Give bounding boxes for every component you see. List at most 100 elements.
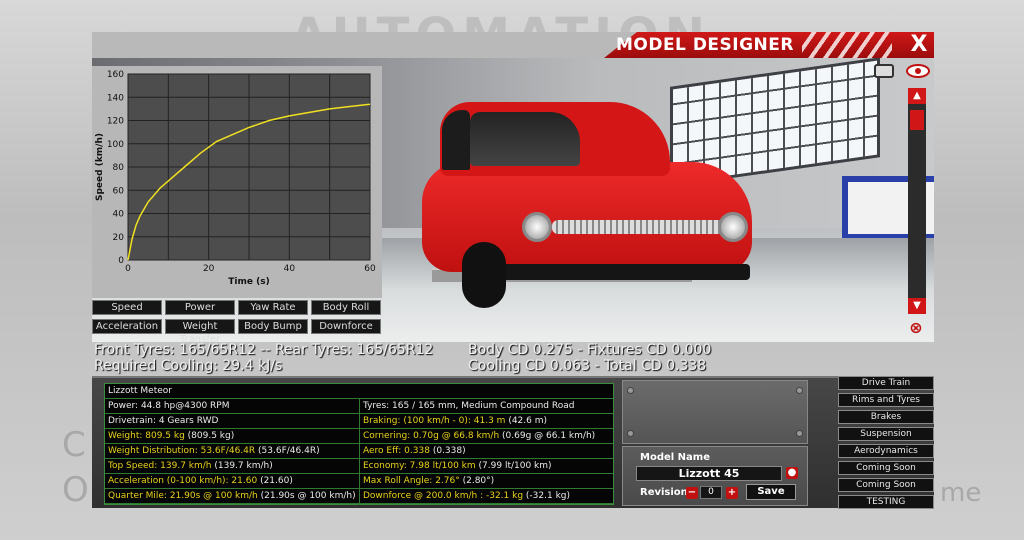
stats-table: Lizzott Meteor Power: 44.8 hp@4300 RPM Dr… (104, 383, 614, 505)
y-axis-label: Speed (km/h) (95, 133, 105, 201)
side-btn-aerodynamics[interactable]: Aerodynamics (838, 444, 934, 458)
x-tick-label: 40 (284, 264, 296, 274)
stat-value: (42.6 m) (505, 416, 548, 426)
chart-btn-power[interactable]: Power (165, 300, 235, 315)
x-tick-label: 0 (125, 264, 131, 274)
randomize-name-icon[interactable]: ● (786, 467, 798, 479)
zoom-scrollbar[interactable]: ▲ ▼ (908, 88, 926, 314)
stat-label: Economy: 7.98 lt/100 km (363, 461, 476, 471)
background-right-text: me (940, 478, 982, 508)
stats-left-row: Weight: 809.5 kg (809.5 kg) (105, 429, 359, 444)
stat-value: (2.80°) (459, 476, 495, 486)
stat-label: Downforce @ 200.0 km/h : -32.1 kg (363, 491, 524, 501)
stat-label: Aero Eff: 0.338 (363, 446, 430, 456)
stat-value: (0.338) (429, 446, 466, 456)
chart-btn-speed[interactable]: Speed (92, 300, 162, 315)
stats-left-row: Drivetrain: 4 Gears RWD (105, 414, 359, 429)
stats-right-row: Cornering: 0.70g @ 66.8 km/h (0.69g @ 66… (360, 429, 613, 444)
stats-right-row: Max Roll Angle: 2.76° (2.80°) (360, 474, 613, 489)
stat-label: Weight: 809.5 kg (108, 431, 185, 441)
stat-value: (0.69g @ 66.1 km/h) (499, 431, 596, 441)
side-btn-suspension[interactable]: Suspension (838, 427, 934, 441)
background-left-text: C (62, 425, 86, 465)
stat-value: (53.6F/46.4R) (255, 446, 320, 456)
stats-left-row: Acceleration (0-100 km/h): 21.60 (21.60) (105, 474, 359, 489)
car-side-window (442, 110, 470, 170)
model-name-label: Model Name (640, 452, 710, 463)
scroll-down-icon[interactable]: ▼ (908, 298, 926, 314)
stat-label: Tyres: 165 / 165 mm, Medium Compound Roa… (363, 401, 575, 411)
car-headlight-left (522, 212, 552, 242)
stat-label: Quarter Mile: 21.90s @ 100 km/h (108, 491, 258, 501)
revision-label: Revision (640, 487, 688, 498)
screw-icon (627, 387, 634, 394)
x-tick-label: 20 (203, 264, 215, 274)
stats-right-row: Aero Eff: 0.338 (0.338) (360, 444, 613, 459)
stats-right-row: Tyres: 165 / 165 mm, Medium Compound Roa… (360, 399, 613, 414)
y-tick-label: 160 (107, 70, 124, 80)
window-title: MODEL DESIGNER (615, 35, 794, 55)
side-btn-coming-soon-2[interactable]: Coming Soon (838, 478, 934, 492)
chart-btn-acceleration[interactable]: Acceleration (92, 319, 162, 334)
y-tick-label: 60 (113, 186, 125, 196)
save-button[interactable]: Save (746, 484, 796, 500)
stat-label: Power: 44.8 hp@4300 RPM (108, 401, 230, 411)
chart-btn-body-bump[interactable]: Body Bump (238, 319, 308, 334)
camera-icon[interactable] (874, 64, 894, 78)
stat-label: Top Speed: 139.7 km/h (108, 461, 212, 471)
stat-label: Acceleration (0-100 km/h): 21.60 (108, 476, 258, 486)
chart-btn-yaw-rate[interactable]: Yaw Rate (238, 300, 308, 315)
stats-header: Lizzott Meteor (105, 384, 613, 399)
x-tick-label: 60 (364, 264, 376, 274)
revision-increase-icon[interactable]: + (726, 487, 738, 499)
empty-plate (622, 380, 808, 444)
stats-right-row: Downforce @ 200.0 km/h : -32.1 kg (-32.1… (360, 489, 613, 504)
stats-right-row: Economy: 7.98 lt/100 km (7.99 lt/100 km) (360, 459, 613, 474)
stat-value: (21.60) (257, 476, 293, 486)
cooling-cd-info: Cooling CD 0.063 - Total CD 0.338 (468, 358, 707, 374)
car-bumper (478, 264, 750, 280)
model-name-input[interactable]: Lizzott 45 (636, 466, 782, 481)
title-bar-stripes (802, 32, 892, 58)
stats-left-row: Power: 44.8 hp@4300 RPM (105, 399, 359, 414)
scroll-up-icon[interactable]: ▲ (908, 88, 926, 104)
chart-btn-weight-transfer[interactable]: Weight Transfer (165, 319, 235, 345)
y-tick-label: 20 (113, 233, 125, 243)
screw-icon (796, 430, 803, 437)
side-btn-testing[interactable]: TESTING (838, 495, 934, 509)
stat-value: (21.90s @ 100 km/h) (257, 491, 356, 501)
car-wheel (462, 242, 506, 308)
y-tick-label: 140 (107, 93, 124, 103)
stat-value: (139.7 km/h) (211, 461, 273, 471)
car-model[interactable] (422, 102, 752, 312)
side-btn-brakes[interactable]: Brakes (838, 410, 934, 424)
y-tick-label: 120 (107, 117, 124, 127)
y-tick-label: 40 (113, 210, 125, 220)
chart-btn-body-roll[interactable]: Body Roll (311, 300, 381, 315)
cooling-info: Required Cooling: 29.4 kJ/s (94, 358, 283, 374)
y-tick-label: 100 (107, 140, 124, 150)
side-btn-drive-train[interactable]: Drive Train (838, 376, 934, 390)
chart-btn-downforce[interactable]: Downforce (311, 319, 381, 334)
hide-eye-icon[interactable]: ⊗ (904, 318, 928, 337)
side-btn-coming-soon-1[interactable]: Coming Soon (838, 461, 934, 475)
tyres-info: Front Tyres: 165/65R12 -- Rear Tyres: 16… (94, 342, 434, 358)
screw-icon (796, 387, 803, 394)
car-grille (552, 220, 732, 234)
screw-icon (627, 430, 634, 437)
close-button[interactable]: X (908, 33, 930, 57)
scroll-thumb[interactable] (910, 110, 924, 130)
car-windshield (470, 112, 580, 166)
side-btn-rims-tyres[interactable]: Rims and Tyres (838, 393, 934, 407)
stat-value: (809.5 kg) (184, 431, 235, 441)
car-headlight-right (718, 212, 748, 242)
revision-decrease-icon[interactable]: − (686, 487, 698, 499)
eye-icon[interactable] (906, 64, 930, 78)
stat-value: (-32.1 kg) (523, 491, 571, 501)
stat-label: Weight Distribution: 53.6F/46.4R (108, 446, 256, 456)
stat-label: Cornering: 0.70g @ 66.8 km/h (363, 431, 500, 441)
stats-left-row: Weight Distribution: 53.6F/46.4R (53.6F/… (105, 444, 359, 459)
stat-label: Max Roll Angle: 2.76° (363, 476, 460, 486)
stats-left-row: Top Speed: 139.7 km/h (139.7 km/h) (105, 459, 359, 474)
background-left-text-2: O (62, 470, 89, 510)
